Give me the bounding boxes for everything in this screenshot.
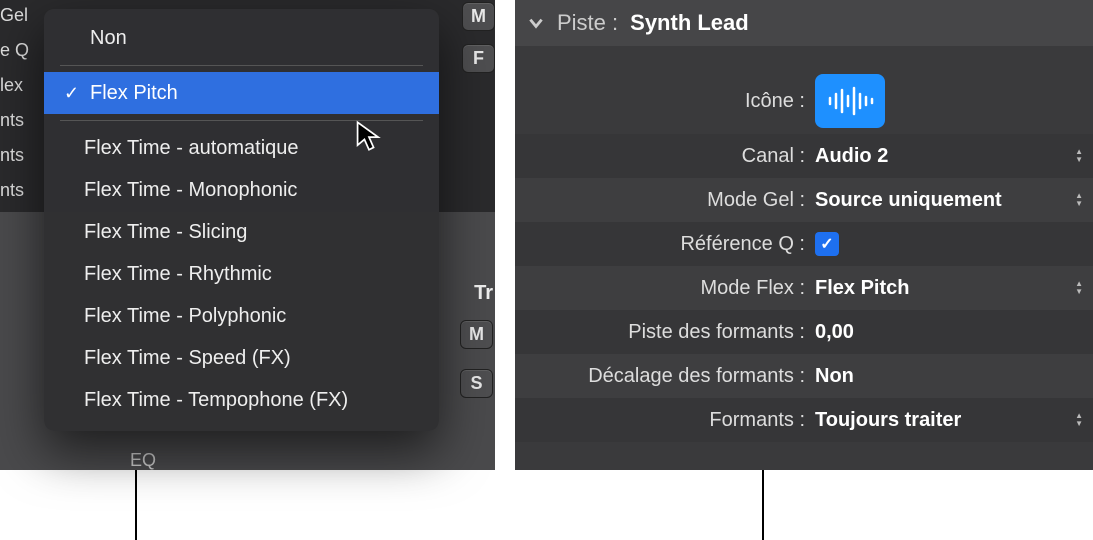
track-inspector-panel: Piste : Synth Lead Icône : xyxy=(515,0,1093,470)
menu-item-label: Flex Pitch xyxy=(88,77,423,109)
sidebar-frag: nts xyxy=(0,110,29,131)
inspector-row-canal: Canal : Audio 2 ▲▼ xyxy=(515,134,1093,178)
value-text: Audio 2 xyxy=(815,145,888,168)
flex-mode-popup: Non ✓ Flex Pitch Flex Time - automatique… xyxy=(44,9,439,431)
value-text: Flex Pitch xyxy=(815,277,909,300)
flex-button[interactable]: F xyxy=(462,44,495,73)
flex-mode-item-none[interactable]: Non xyxy=(44,17,439,59)
value-text: 0,00 xyxy=(815,321,854,344)
refq-value[interactable]: ✓ xyxy=(815,232,1093,256)
formants-value[interactable]: Toujours traiter ▲▼ xyxy=(815,409,1093,432)
track-waveform-icon[interactable] xyxy=(815,74,885,128)
left-lower-buttons: M S xyxy=(460,320,493,398)
left-panel: Gel e Q lex nts nts nts M F Tr M S EQ No… xyxy=(0,0,495,470)
flex-mode-item[interactable]: Flex Time - Rhythmic xyxy=(44,253,439,295)
mute-button-lower[interactable]: M xyxy=(460,320,493,349)
menu-item-label: Non xyxy=(88,22,423,54)
menu-item-label: Flex Time - Speed (FX) xyxy=(82,342,423,374)
row-label: Mode Flex : xyxy=(515,277,815,300)
track-name: Synth Lead xyxy=(630,10,749,36)
track-section-label: Tr xyxy=(474,282,493,305)
value-text: Source uniquement xyxy=(815,189,1002,212)
row-label: Mode Gel : xyxy=(515,189,815,212)
disclosure-chevron-down-icon[interactable] xyxy=(527,14,545,32)
inspector-header-label: Piste : xyxy=(557,10,618,36)
menu-item-label: Flex Time - Tempophone (FX) xyxy=(82,384,423,416)
flex-mode-item[interactable]: Flex Time - Polyphonic xyxy=(44,295,439,337)
menu-item-label: Flex Time - Slicing xyxy=(82,216,423,248)
formant-track-value[interactable]: 0,00 xyxy=(815,321,1093,344)
formant-shift-value[interactable]: Non xyxy=(815,365,1093,388)
inspector-rows: Icône : xyxy=(515,46,1093,442)
callout-line-right xyxy=(762,470,764,540)
inspector-row-formant-shift: Décalage des formants : Non xyxy=(515,354,1093,398)
flex-value[interactable]: Flex Pitch ▲▼ xyxy=(815,277,1093,300)
canal-value[interactable]: Audio 2 ▲▼ xyxy=(815,145,1093,168)
row-label: Référence Q : xyxy=(515,233,815,256)
flex-mode-item[interactable]: Flex Time - automatique xyxy=(44,127,439,169)
flex-mode-item[interactable]: Flex Time - Tempophone (FX) xyxy=(44,379,439,421)
value-text: Non xyxy=(815,365,854,388)
mute-button[interactable]: M xyxy=(462,2,495,31)
checkmark-icon: ✓ xyxy=(64,79,88,108)
flex-mode-item-flex-pitch[interactable]: ✓ Flex Pitch xyxy=(44,72,439,114)
menu-item-label: Flex Time - Rhythmic xyxy=(82,258,423,290)
menu-separator xyxy=(60,120,423,121)
sidebar-frag: nts xyxy=(0,180,29,201)
flex-mode-item[interactable]: Flex Time - Monophonic xyxy=(44,169,439,211)
inspector-row-icon: Icône : xyxy=(515,68,1093,134)
flex-time-group: Flex Time - automatique Flex Time - Mono… xyxy=(44,127,439,421)
row-label: Décalage des formants : xyxy=(515,365,815,388)
left-top-buttons: M F xyxy=(462,0,495,73)
menu-item-label: Flex Time - Polyphonic xyxy=(82,300,423,332)
menu-item-label: Flex Time - automatique xyxy=(82,132,423,164)
sidebar-frag: lex xyxy=(0,75,29,96)
inspector-row-formant-track: Piste des formants : 0,00 xyxy=(515,310,1093,354)
eq-label: EQ xyxy=(130,450,156,471)
row-value[interactable] xyxy=(815,74,1093,128)
menu-item-label: Flex Time - Monophonic xyxy=(82,174,423,206)
popup-arrows-icon: ▲▼ xyxy=(1075,412,1083,428)
inspector-row-formants: Formants : Toujours traiter ▲▼ xyxy=(515,398,1093,442)
value-text: Toujours traiter xyxy=(815,409,961,432)
row-label: Piste des formants : xyxy=(515,321,815,344)
inspector-row-refq: Référence Q : ✓ xyxy=(515,222,1093,266)
gel-value[interactable]: Source uniquement ▲▼ xyxy=(815,189,1093,212)
row-label: Formants : xyxy=(515,409,815,432)
inspector-header[interactable]: Piste : Synth Lead xyxy=(515,0,1093,46)
refq-checkbox[interactable]: ✓ xyxy=(815,232,839,256)
left-sidebar-label-fragments: Gel e Q lex nts nts nts xyxy=(0,0,29,201)
sidebar-frag: nts xyxy=(0,145,29,166)
flex-mode-item[interactable]: Flex Time - Speed (FX) xyxy=(44,337,439,379)
popup-arrows-icon: ▲▼ xyxy=(1075,192,1083,208)
sidebar-frag: Gel xyxy=(0,5,29,26)
inspector-row-gel: Mode Gel : Source uniquement ▲▼ xyxy=(515,178,1093,222)
inspector-row-flex: Mode Flex : Flex Pitch ▲▼ xyxy=(515,266,1093,310)
menu-separator xyxy=(60,65,423,66)
solo-button[interactable]: S xyxy=(460,369,493,398)
row-label: Icône : xyxy=(515,90,815,113)
flex-mode-item[interactable]: Flex Time - Slicing xyxy=(44,211,439,253)
popup-arrows-icon: ▲▼ xyxy=(1075,280,1083,296)
row-label: Canal : xyxy=(515,145,815,168)
popup-arrows-icon: ▲▼ xyxy=(1075,148,1083,164)
sidebar-frag: e Q xyxy=(0,40,29,61)
callout-line-left xyxy=(135,470,137,540)
